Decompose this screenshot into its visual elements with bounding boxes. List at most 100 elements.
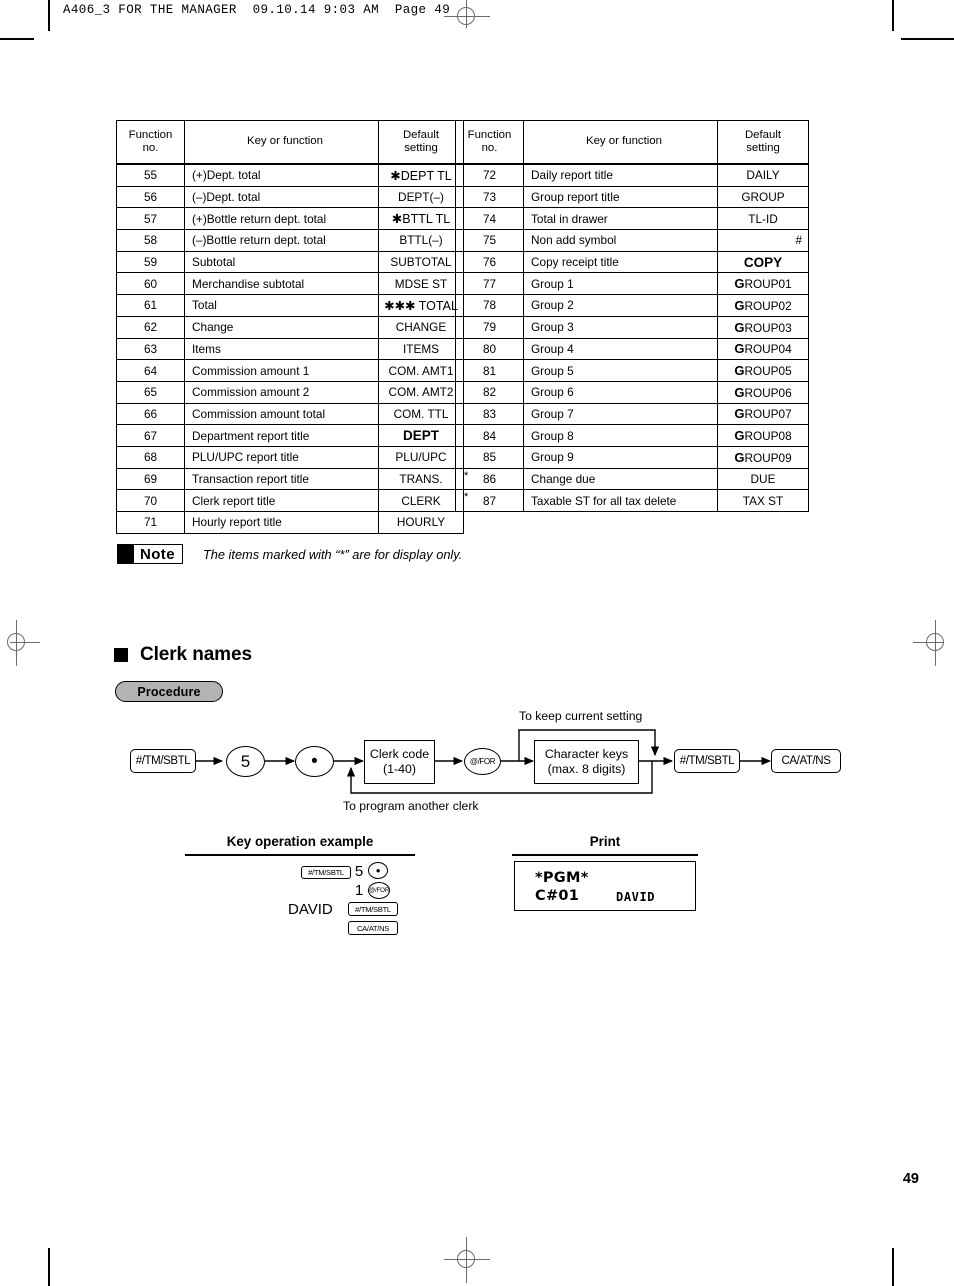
cell-function-no: 75 [455,229,524,252]
cell-function-no: 56 [116,185,185,209]
registration-vline [16,620,17,666]
cell-function-no: * 87 [455,489,524,512]
function-no-value: 74 [482,211,497,226]
cell-function-no: 77 [455,272,524,296]
cell-key-or-function: Group 8 [523,424,718,447]
flow-label-program-another-clerk: To program another clerk [341,799,481,813]
key-operation-example-title: Key operation example [226,834,374,849]
example-key-one: 1 [354,882,364,899]
cell-function-no: 59 [116,250,185,274]
function-no-value: 75 [482,233,497,248]
note-block: Note The items marked with “*” are for d… [117,544,462,564]
function-no-value: 59 [143,255,158,270]
example-key-atfor: @/FOR [368,882,390,899]
bullet-square-icon [114,648,128,662]
cell-default-setting: ITEMS [378,337,464,361]
table-row: 65 Commission amount 2 COM. AMT2 [116,380,464,404]
example-key-caatns: CA/AT/NS [348,921,398,935]
default-setting-prefix: G [734,428,745,444]
column-header-line2: setting [404,142,438,154]
clerk-code-line1: Clerk code [369,746,430,761]
registration-hline [444,16,490,17]
function-no-value: 63 [143,341,158,356]
cell-key-or-function: Transaction report title [184,467,379,491]
note-text: The items marked with “*” are for displa… [202,546,463,562]
default-setting-value: GROUP [741,190,785,205]
function-no-value: 72 [482,168,497,183]
default-setting-value: ✱DEPT TL [390,168,452,183]
default-setting-value: DEPT(–) [398,190,444,205]
cell-function-no: 64 [116,359,185,382]
crop-mark-top-right-horizontal [901,38,954,40]
asterisk-icon: * [464,491,469,504]
cell-key-or-function: (–)Dept. total [184,185,379,209]
cell-default-setting: GROUP01 [717,272,809,296]
cell-default-setting: TAX ST [717,489,809,512]
cell-function-no: 63 [116,337,185,361]
cell-default-setting: GROUP07 [717,402,809,426]
flow-node-caatns: CA/AT/NS [771,749,841,773]
receipt-clerk-name: DAVID [616,890,656,904]
column-header-line2: setting [746,142,780,154]
crop-mark-bottom-right-vertical [892,1248,894,1286]
cell-function-no: 62 [116,315,185,339]
character-keys-line2: (max. 8 digits) [547,762,626,776]
default-setting-value: TAX ST [742,493,784,508]
cell-key-or-function: (+)Dept. total [184,163,379,187]
column-header-line1: Function [128,128,173,141]
function-no-value: 84 [482,428,497,443]
cell-default-setting: GROUP02 [717,294,809,317]
cell-key-or-function: Non add symbol [523,229,718,252]
default-setting-prefix: G [734,449,745,465]
cell-key-or-function: (–)Bottle return dept. total [184,229,379,252]
default-setting-value: ✱✱✱ TOTAL [384,298,458,313]
cell-default-setting: CHANGE [378,315,464,339]
crop-mark-top-left-horizontal [0,38,34,40]
function-no-value: 57 [143,211,158,226]
cell-function-no: 55 [116,163,185,187]
cell-function-no: 71 [116,511,185,534]
cell-default-setting: GROUP04 [717,337,809,361]
table-row: 71 Hourly report title HOURLY [116,511,464,534]
default-setting-value: ROUP07 [744,407,792,422]
key-operation-example-rule [185,854,415,856]
example-key-sbtl-a: #/TM/SBTL [301,866,351,879]
cell-default-setting: COM. AMT1 [378,359,464,382]
cell-key-or-function: (+)Bottle return dept. total [184,207,379,231]
default-setting-value: COM. TTL [393,406,449,421]
default-setting-value: COPY [743,254,783,270]
column-header-key-or-function: Key or function [523,120,718,165]
asterisk-icon: * [464,469,469,482]
character-keys-line1: Character keys [544,746,629,761]
default-setting-value: PLU/UPC [395,450,447,465]
table-row: 80 Group 4 GROUP04 [455,337,809,361]
cell-key-or-function: Group 9 [523,445,718,469]
function-no-value: 66 [143,406,158,421]
registration-mark-right [913,620,954,666]
default-setting-value: ROUP05 [744,364,792,379]
table-body-right: 72 Daily report title DAILY 73 Group report … [455,163,809,512]
cell-function-no: 57 [116,207,185,231]
table-row: 59 Subtotal SUBTOTAL [116,250,464,274]
flow-node-atfor: @/FOR [464,748,501,775]
print-rule [512,854,698,856]
function-no-value: 73 [482,190,497,205]
table-row: 75 Non add symbol # [455,229,809,252]
cell-default-setting: COPY [717,250,809,274]
receipt-pgm-line: *PGM* [535,870,589,886]
default-setting-value: ROUP09 [744,450,792,465]
note-badge: Note [117,544,183,564]
cell-key-or-function: Subtotal [184,250,379,274]
table-header-row: Function no. Key or function Default set… [455,120,809,165]
default-setting-value: BTTL(–) [399,233,443,248]
cell-key-or-function: PLU/UPC report title [184,445,379,469]
default-setting-prefix: G [734,406,745,422]
function-no-value: 86 [482,471,497,486]
cell-key-or-function: Taxable ST for all tax delete [523,489,718,512]
table-row: 68 PLU/UPC report title PLU/UPC [116,445,464,469]
cell-key-or-function: Total in drawer [523,207,718,231]
function-no-value: 56 [143,190,158,205]
cell-function-no: 74 [455,207,524,231]
table-row: 76 Copy receipt title COPY [455,250,809,274]
cell-function-no: 80 [455,337,524,361]
